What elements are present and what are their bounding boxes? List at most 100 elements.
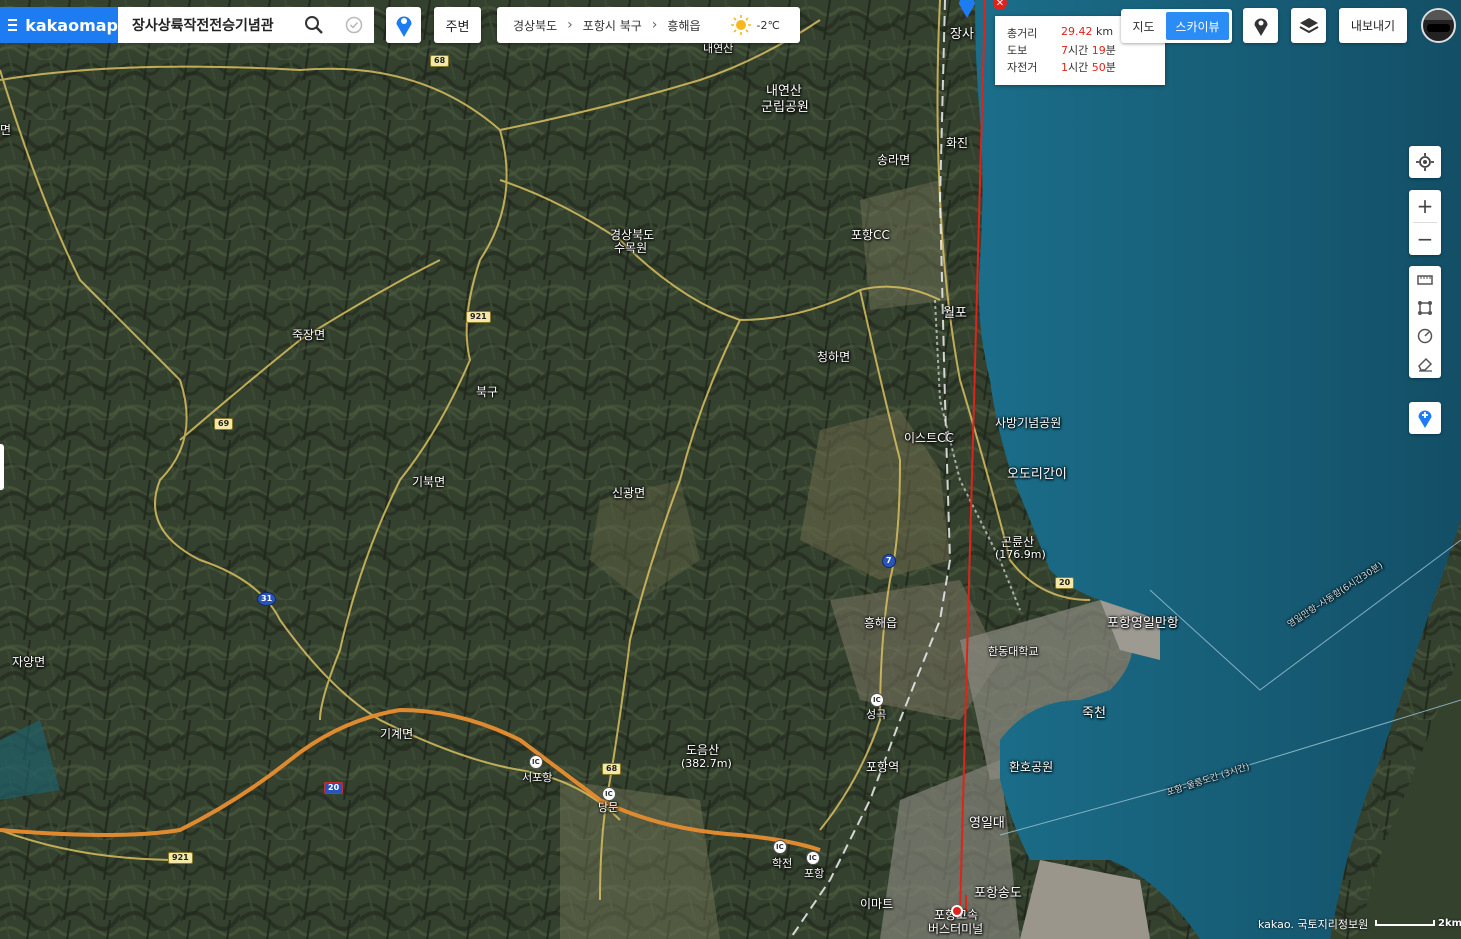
chevron-right-icon: ›	[567, 17, 573, 33]
search-box[interactable]	[118, 7, 374, 43]
bike-minutes: 50	[1091, 61, 1106, 74]
route-end-marker-icon[interactable]	[951, 905, 963, 917]
ic-icon: IC	[806, 851, 820, 865]
road-shield-68: 68	[430, 55, 450, 67]
layers-icon	[1299, 17, 1318, 33]
ic-icon: IC	[773, 840, 787, 854]
walk-label: 도보	[1007, 44, 1028, 57]
scale-label: 2km	[1438, 918, 1461, 929]
breadcrumb-item[interactable]: 흥해읍	[667, 17, 700, 34]
ic-icon: IC	[602, 787, 616, 801]
label-arboretum: 경상북도	[610, 228, 655, 242]
start-pin-icon	[396, 16, 411, 37]
label-gonryun-height: (176.9m)	[995, 548, 1046, 561]
add-place-panel	[1409, 402, 1441, 434]
label-gonryun: 곤륜산	[1001, 535, 1035, 549]
export-button[interactable]: 내보내기	[1339, 8, 1407, 43]
zoom-out-icon[interactable]: −	[1409, 223, 1441, 255]
check-circle-icon[interactable]	[344, 15, 364, 35]
label-doeum: 도음산	[686, 743, 720, 757]
layers-button[interactable]	[1291, 8, 1326, 43]
roadview-pin-icon	[1254, 18, 1267, 36]
label-seopohang: 서포항	[522, 771, 553, 784]
label-pohang: 포항	[804, 867, 825, 880]
route-start-button[interactable]	[386, 7, 421, 43]
bike-hours: 1	[1061, 61, 1068, 74]
label-hwanho-park: 환호공원	[1009, 760, 1054, 774]
skyview-button[interactable]: 스카이뷰	[1166, 12, 1229, 40]
road-shield-921-south: 921	[168, 852, 193, 864]
satellite-map[interactable]	[0, 0, 1461, 939]
chevron-right-icon: ›	[651, 17, 658, 33]
menu-icon[interactable]	[8, 19, 18, 31]
scale-bar	[1375, 920, 1435, 926]
road-shield-68-south: 68	[602, 763, 622, 775]
search-input[interactable]	[130, 16, 304, 34]
map-view-button[interactable]: 지도	[1121, 9, 1166, 43]
map-type-toggle: 지도 스카이뷰	[1121, 9, 1232, 43]
label-hwajin: 화진	[946, 136, 969, 150]
breadcrumb-item[interactable]: 경상북도	[513, 17, 557, 34]
roadview-ruler-icon[interactable]	[1409, 266, 1441, 294]
avatar[interactable]	[1421, 8, 1456, 43]
label-naeyeonsan-park: 군립공원	[761, 100, 809, 115]
label-songdo: 포항송도	[974, 886, 1022, 901]
route-start-marker-icon[interactable]	[957, 0, 977, 18]
eraser-icon[interactable]	[1409, 350, 1441, 378]
label-gibuk: 기북면	[412, 475, 446, 489]
bike-time: 1시간 50분	[1061, 59, 1116, 75]
label-emart: 이마트	[860, 897, 894, 911]
zoom-in-icon[interactable]: +	[1409, 190, 1441, 222]
road-shield-20-expressway: 20	[324, 782, 344, 794]
breadcrumb-item[interactable]: 포항시 북구	[583, 17, 642, 34]
walk-hours: 7	[1061, 44, 1068, 57]
label-gigye: 기계면	[380, 727, 414, 741]
label-terminal-2: 버스터미널	[928, 922, 984, 936]
label-hakjeon: 학전	[772, 857, 793, 870]
label-saban-park: 사방기념공원	[995, 416, 1062, 430]
road-shield-7: 7	[882, 554, 896, 568]
ic-icon: IC	[529, 755, 543, 769]
road-shield-69: 69	[214, 418, 234, 430]
bike-hours-unit: 시간	[1068, 61, 1089, 74]
weather-temperature: -2℃	[756, 18, 780, 32]
label-cheongha: 청하면	[817, 350, 851, 364]
copyright-text: kakao. 국토지리정보원	[1258, 918, 1369, 931]
label-eastercc: 이스트CC	[904, 431, 954, 445]
radius-measure-icon[interactable]	[1409, 322, 1441, 350]
my-location-icon[interactable]	[1409, 146, 1441, 178]
road-shield-31: 31	[257, 592, 277, 606]
label-singwang: 신광면	[612, 486, 646, 500]
side-panel-handle[interactable]	[0, 444, 4, 490]
label-doeum-height: (382.7m)	[681, 757, 732, 770]
add-place-pin-icon[interactable]	[1409, 402, 1441, 434]
label-wolpo: 월포	[943, 306, 967, 321]
walk-hours-unit: 시간	[1068, 44, 1089, 57]
label-jukcheon: 죽천	[1082, 706, 1106, 721]
ic-icon: IC	[870, 693, 884, 707]
nearby-button[interactable]: 주변	[434, 7, 481, 43]
label-jayang: 자양면	[12, 655, 46, 669]
kakaomap-logo[interactable]: kakaomap	[0, 7, 118, 43]
search-icon[interactable]	[304, 15, 324, 35]
sun-icon	[730, 15, 751, 35]
total-distance-value: 29.42 km	[1061, 25, 1113, 38]
label-myeon-left: 면	[0, 123, 12, 137]
walk-minutes: 19	[1091, 44, 1106, 57]
label-pohang-station: 포항역	[866, 760, 900, 774]
label-naeyeonsan-top: 내연산	[703, 42, 734, 55]
roadview-button[interactable]	[1243, 8, 1278, 43]
breadcrumb: 경상북도 › 포항시 북구 › 흥해읍 -2℃	[497, 7, 800, 43]
walk-time: 7시간 19분	[1061, 42, 1116, 58]
my-location-panel	[1409, 146, 1441, 178]
total-distance-label: 총거리	[1007, 27, 1038, 40]
label-yeongildae: 영일대	[969, 816, 1005, 831]
road-shield-20: 20	[1055, 577, 1075, 589]
label-yeongil-port: 포항영일만항	[1107, 616, 1179, 631]
area-measure-icon[interactable]	[1409, 294, 1441, 322]
walk-minutes-unit: 분	[1105, 44, 1116, 57]
logo-text: kakaomap	[25, 15, 118, 35]
label-handong: 한동대학교	[988, 645, 1039, 658]
tools-panel	[1409, 266, 1441, 378]
label-jukjang: 죽장면	[292, 328, 326, 342]
